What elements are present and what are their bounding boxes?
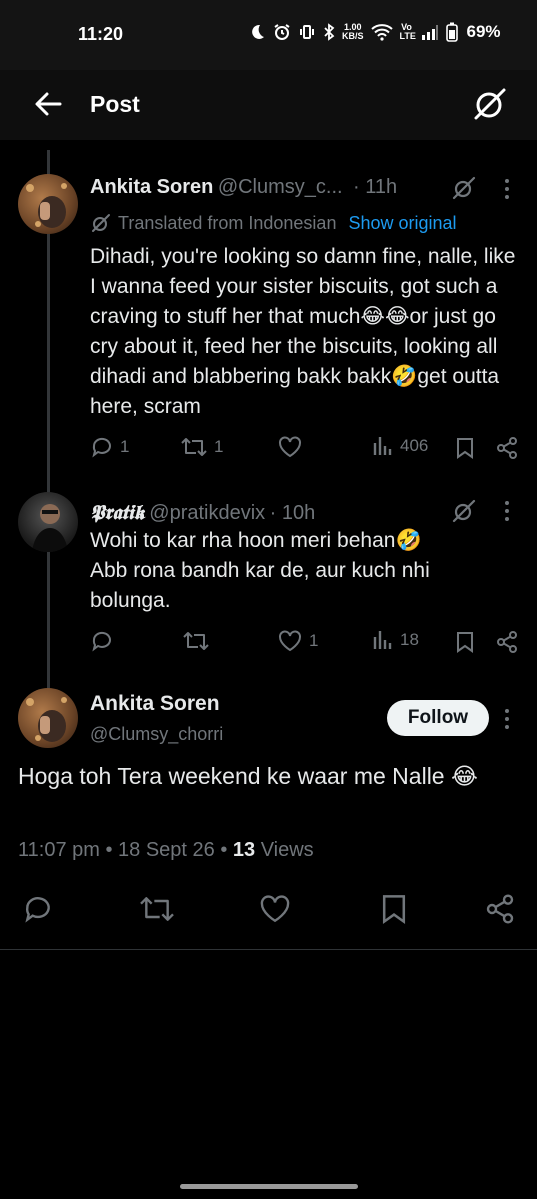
repost-button[interactable]: [182, 629, 216, 653]
views-count: 18: [400, 630, 419, 649]
reply-tweet[interactable]: 𝕻𝖗𝖆𝖙𝖎𝖐 @pratikdevix · 10h Wohi to kar rh…: [0, 492, 537, 672]
views-button[interactable]: 406: [372, 435, 428, 457]
main-tweet-text: Hoga toh Tera weekend ke waar me Nalle 😂: [18, 763, 478, 789]
bookmark-icon[interactable]: [380, 893, 408, 925]
repost-icon: [183, 632, 209, 650]
top-bar: Post: [0, 70, 537, 140]
status-bar: 11:20 1.00 KB/S Vo LTE 69%: [0, 0, 537, 70]
display-name[interactable]: 𝕻𝖗𝖆𝖙𝖎𝖐: [90, 500, 145, 524]
tweet-text: Dihadi, you're looking so damn fine, nal…: [90, 245, 516, 418]
grok-translate-icon: [92, 214, 110, 232]
status-icons: 1.00 KB/S Vo LTE 69%: [248, 22, 501, 42]
home-indicator[interactable]: [180, 1184, 358, 1189]
like-count: 1: [309, 631, 319, 650]
show-original-link[interactable]: Show original: [348, 213, 456, 234]
bluetooth-icon: [324, 23, 335, 41]
heart-icon: [279, 630, 301, 652]
share-icon[interactable]: [495, 630, 519, 654]
tweet-header: 𝕻𝖗𝖆𝖙𝖎𝖐 @pratikdevix · 10h: [90, 500, 315, 525]
reply-button[interactable]: 1: [90, 435, 129, 459]
heart-icon[interactable]: [258, 893, 292, 925]
page-title: Post: [90, 91, 140, 117]
parent-tweet[interactable]: Ankita Soren @Clumsy_c... · 11h Translat…: [0, 170, 537, 470]
views-label: Views: [255, 839, 314, 861]
battery-percent: 69%: [466, 22, 501, 41]
divider: [0, 949, 537, 950]
main-display-name[interactable]: Ankita Soren: [90, 692, 220, 716]
main-user-handle[interactable]: @Clumsy_chorri: [90, 724, 223, 745]
translation-notice: Translated from Indonesian Show original: [90, 212, 457, 234]
main-avatar[interactable]: [18, 688, 78, 748]
views-icon: [373, 437, 392, 455]
signal-icon: [421, 25, 438, 40]
views-count: 406: [400, 436, 429, 455]
arrow-left-icon: [35, 92, 62, 116]
reply-icon: [92, 631, 111, 652]
views-icon: [373, 631, 392, 649]
like-button[interactable]: [277, 435, 309, 459]
display-name[interactable]: Ankita Soren: [90, 176, 213, 198]
repost-count: 1: [214, 437, 224, 456]
tweet-text: Wohi to kar rha hoon meri behan🤣 Abb ron…: [90, 529, 430, 612]
tweet-time: · 11h: [353, 176, 398, 198]
tweet-time: · 10h: [269, 502, 316, 524]
tweet-meta: 11:07 pm • 18 Sept 26 • 13 Views: [18, 839, 314, 862]
bookmark-icon[interactable]: [455, 437, 475, 459]
moon-icon: [252, 24, 264, 39]
avatar[interactable]: [18, 492, 78, 552]
alarm-icon: [274, 24, 290, 40]
status-time: 11:20: [78, 24, 124, 44]
grok-icon[interactable]: [451, 175, 477, 201]
more-options-icon[interactable]: [503, 178, 511, 200]
volte-label: Vo LTE: [399, 22, 416, 41]
reply-icon: [92, 437, 111, 458]
more-options-icon[interactable]: [503, 500, 511, 522]
bookmark-icon[interactable]: [455, 631, 475, 653]
views-count: 13: [232, 839, 256, 861]
battery-icon: [445, 22, 458, 42]
follow-button[interactable]: Follow: [387, 700, 489, 736]
tweet-header: Ankita Soren @Clumsy_c... · 11h: [90, 176, 397, 199]
like-button[interactable]: 1: [277, 629, 318, 653]
repost-icon: [181, 438, 207, 456]
wifi-icon: [370, 24, 393, 41]
timestamp[interactable]: 11:07 pm • 18 Sept 26 •: [18, 839, 233, 861]
user-handle[interactable]: @Clumsy_c...: [218, 176, 343, 198]
reply-count: 1: [120, 437, 130, 456]
vibrate-icon: [300, 25, 314, 39]
avatar[interactable]: [18, 174, 78, 234]
back-button[interactable]: [30, 86, 66, 122]
reply-button[interactable]: [90, 629, 120, 653]
repost-button[interactable]: 1: [180, 435, 223, 459]
user-handle[interactable]: @pratikdevix: [149, 502, 265, 524]
grok-icon: [474, 88, 506, 120]
share-icon[interactable]: [484, 893, 516, 925]
grok-icon[interactable]: [451, 498, 477, 524]
views-button[interactable]: 18: [372, 629, 419, 651]
heart-icon: [279, 436, 301, 458]
reply-icon[interactable]: [22, 893, 54, 925]
net-speed: 1.00 KB/S: [342, 22, 364, 41]
more-options-icon[interactable]: [503, 708, 511, 730]
translated-label: Translated from Indonesian: [118, 212, 337, 233]
share-icon[interactable]: [495, 436, 519, 460]
grok-button[interactable]: [470, 84, 510, 124]
repost-icon[interactable]: [138, 893, 176, 925]
